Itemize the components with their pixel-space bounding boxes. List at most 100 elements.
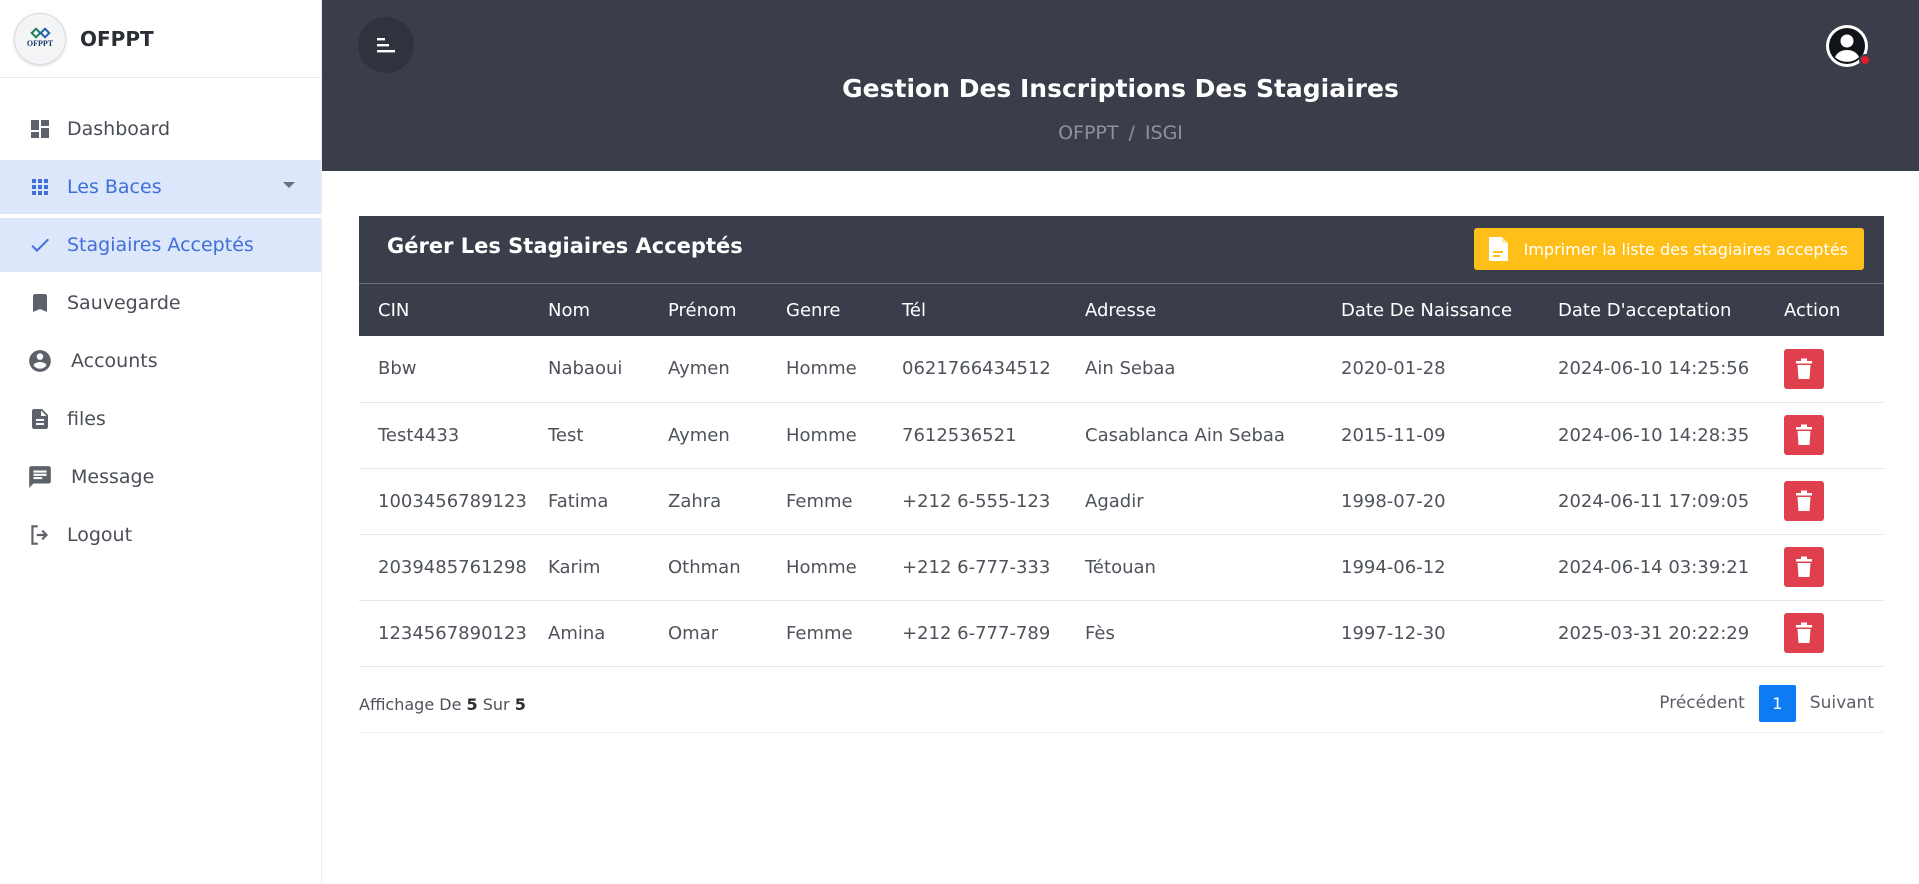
- grid-icon: [27, 174, 53, 200]
- pagination-info: Affichage De 5 Sur 5: [359, 695, 526, 714]
- table-cell-action: [1765, 468, 1884, 534]
- trainees-table: CIN Nom Prénom Genre Tél Adresse Date De Naiss…: [359, 284, 1884, 667]
- table-cell-cin: Bbw: [378, 358, 417, 380]
- column-header-adresse[interactable]: Adresse: [1066, 284, 1322, 336]
- pagination: Précédent 1 Suivant: [1659, 684, 1874, 722]
- delete-button[interactable]: [1784, 613, 1824, 653]
- sidebar-item-files[interactable]: files: [0, 392, 321, 446]
- user-avatar[interactable]: [1825, 24, 1871, 68]
- column-header-t-l[interactable]: Tél: [883, 284, 1066, 336]
- next-page-button[interactable]: Suivant: [1810, 693, 1874, 713]
- table-cell-cin: 1003456789123: [378, 490, 527, 512]
- table-row: 2039485761298 Karim Othman Homme +212 6-777-…: [359, 534, 1884, 600]
- sidebar-item-logout[interactable]: Logout: [0, 508, 321, 562]
- delete-button[interactable]: [1784, 415, 1824, 455]
- table-cell-t-l: +212 6-777-789: [902, 622, 1051, 644]
- table-cell-date-de-naissance: 1994-06-12: [1341, 556, 1446, 578]
- sidebar-item-label: Sauvegarde: [67, 292, 181, 314]
- bookmark-icon: [27, 290, 53, 316]
- page-1-button[interactable]: 1: [1758, 684, 1796, 722]
- info-shown-count: 5: [466, 694, 478, 714]
- sidebar-item-label: Message: [71, 466, 155, 488]
- column-header-date-de-naissance[interactable]: Date De Naissance: [1322, 284, 1539, 336]
- sidebar-item-label: Stagiaires Acceptés: [67, 234, 254, 256]
- ofppt-logo: OFPPT: [14, 12, 66, 65]
- table-cell-adresse: Tétouan: [1085, 556, 1156, 578]
- table-cell-genre: Homme: [786, 556, 857, 578]
- table-cell-action: [1765, 600, 1884, 666]
- table-cell-date-de-naissance: 2020-01-28: [1341, 358, 1446, 380]
- table-cell-nom: Karim: [548, 556, 601, 578]
- breadcrumb-item-isgi[interactable]: ISGI: [1145, 122, 1183, 144]
- card-header: Gérer Les Stagiaires Acceptés Imprimer l…: [359, 216, 1884, 284]
- table-cell-date-de-naissance: 1997-12-30: [1341, 622, 1446, 644]
- breadcrumb-separator: /: [1128, 122, 1135, 144]
- table-cell-adresse: Fès: [1085, 622, 1115, 644]
- table-cell-date-d-acceptation: 2024-06-10 14:25:56: [1558, 358, 1750, 380]
- delete-button[interactable]: [1784, 481, 1824, 521]
- table-row: Test4433 Test Aymen Homme 7612536521 Casablan…: [359, 402, 1884, 468]
- table-cell-action: [1765, 336, 1884, 402]
- sidebar-item-accounts[interactable]: Accounts: [0, 334, 321, 388]
- sidebar-item-dashboard[interactable]: Dashboard: [0, 102, 321, 156]
- brand[interactable]: OFPPT OFPPT: [0, 0, 321, 78]
- table-cell-nom: Nabaoui: [548, 358, 623, 380]
- delete-button[interactable]: [1784, 547, 1824, 587]
- sidebar-item-label: Dashboard: [67, 118, 171, 140]
- logo-text: OFPPT: [26, 39, 54, 48]
- sidebar-item-les-baces[interactable]: Les Baces: [0, 160, 321, 214]
- trash-icon: [1796, 490, 1812, 511]
- table-cell-date-d-acceptation: 2024-06-10 14:28:35: [1558, 424, 1750, 446]
- sidebar-item-stagiaires-acceptes[interactable]: Stagiaires Acceptés: [0, 218, 321, 272]
- table-cell-adresse: Casablanca Ain Sebaa: [1085, 424, 1285, 446]
- table-cell-date-d-acceptation: 2025-03-31 20:22:29: [1558, 622, 1750, 644]
- column-header-nom[interactable]: Nom: [529, 284, 649, 336]
- column-header-pr-nom[interactable]: Prénom: [649, 284, 767, 336]
- menu-toggle-button[interactable]: [358, 17, 414, 73]
- table-cell-adresse: Ain Sebaa: [1085, 358, 1176, 380]
- column-header-genre[interactable]: Genre: [767, 284, 883, 336]
- table-cell-t-l: +212 6-555-123: [902, 490, 1051, 512]
- notification-dot: [1859, 54, 1871, 66]
- sidebar-item-message[interactable]: Message: [0, 450, 321, 504]
- table-cell-pr-nom: Aymen: [668, 358, 730, 380]
- sidebar-item-label: files: [67, 408, 106, 430]
- info-total-count: 5: [514, 694, 526, 714]
- account-icon: [27, 348, 53, 374]
- trash-icon: [1796, 358, 1812, 379]
- table-cell-date-d-acceptation: 2024-06-11 17:09:05: [1558, 490, 1750, 512]
- print-list-button[interactable]: Imprimer la liste des stagiaires accepté…: [1473, 228, 1864, 270]
- previous-page-button[interactable]: Précédent: [1659, 693, 1745, 713]
- table-cell-date-d-acceptation: 2024-06-14 03:39:21: [1558, 556, 1750, 578]
- logout-icon: [27, 522, 53, 548]
- table-body: Bbw Nabaoui Aymen Homme 0621766434512 Ain Seb…: [359, 336, 1884, 666]
- check-icon: [27, 232, 53, 258]
- table-cell-genre: Femme: [786, 622, 853, 644]
- table-cell-date-de-naissance: 2015-11-09: [1341, 424, 1446, 446]
- chevron-down-icon[interactable]: [283, 182, 295, 188]
- table-row: 1234567890123 Amina Omar Femme +212 6-777-78…: [359, 600, 1884, 666]
- sidebar-item-label: Accounts: [71, 350, 158, 372]
- table-cell-genre: Homme: [786, 424, 857, 446]
- column-header-action[interactable]: Action: [1765, 284, 1884, 336]
- sidebar-item-label: Logout: [67, 524, 133, 546]
- table-cell-action: [1765, 402, 1884, 468]
- table-footer: Affichage De 5 Sur 5 Précédent 1 Suivant: [359, 667, 1884, 733]
- delete-button[interactable]: [1784, 348, 1824, 389]
- message-icon: [27, 464, 53, 490]
- sidebar-item-sauvegarde[interactable]: Sauvegarde: [0, 276, 321, 330]
- table-cell-genre: Homme: [786, 358, 857, 380]
- table-cell-t-l: 0621766434512: [902, 358, 1051, 380]
- table-cell-cin: 1234567890123: [378, 622, 527, 644]
- trash-icon: [1796, 622, 1812, 643]
- card-title: Gérer Les Stagiaires Acceptés: [387, 234, 743, 258]
- accepted-trainees-card: Gérer Les Stagiaires Acceptés Imprimer l…: [359, 216, 1884, 733]
- table-cell-cin: Test4433: [378, 424, 460, 446]
- sidebar-item-label: Les Baces: [67, 176, 162, 198]
- sidebar: OFPPT OFPPT Dashboard Les Baces Stagiair…: [0, 0, 322, 884]
- info-prefix: Affichage De: [359, 694, 462, 714]
- pdf-file-icon: [1488, 237, 1508, 261]
- column-header-cin[interactable]: CIN: [359, 284, 529, 336]
- column-header-date-d-acceptation[interactable]: Date D'acceptation: [1539, 284, 1765, 336]
- breadcrumb-item-ofppt[interactable]: OFPPT: [1058, 122, 1118, 144]
